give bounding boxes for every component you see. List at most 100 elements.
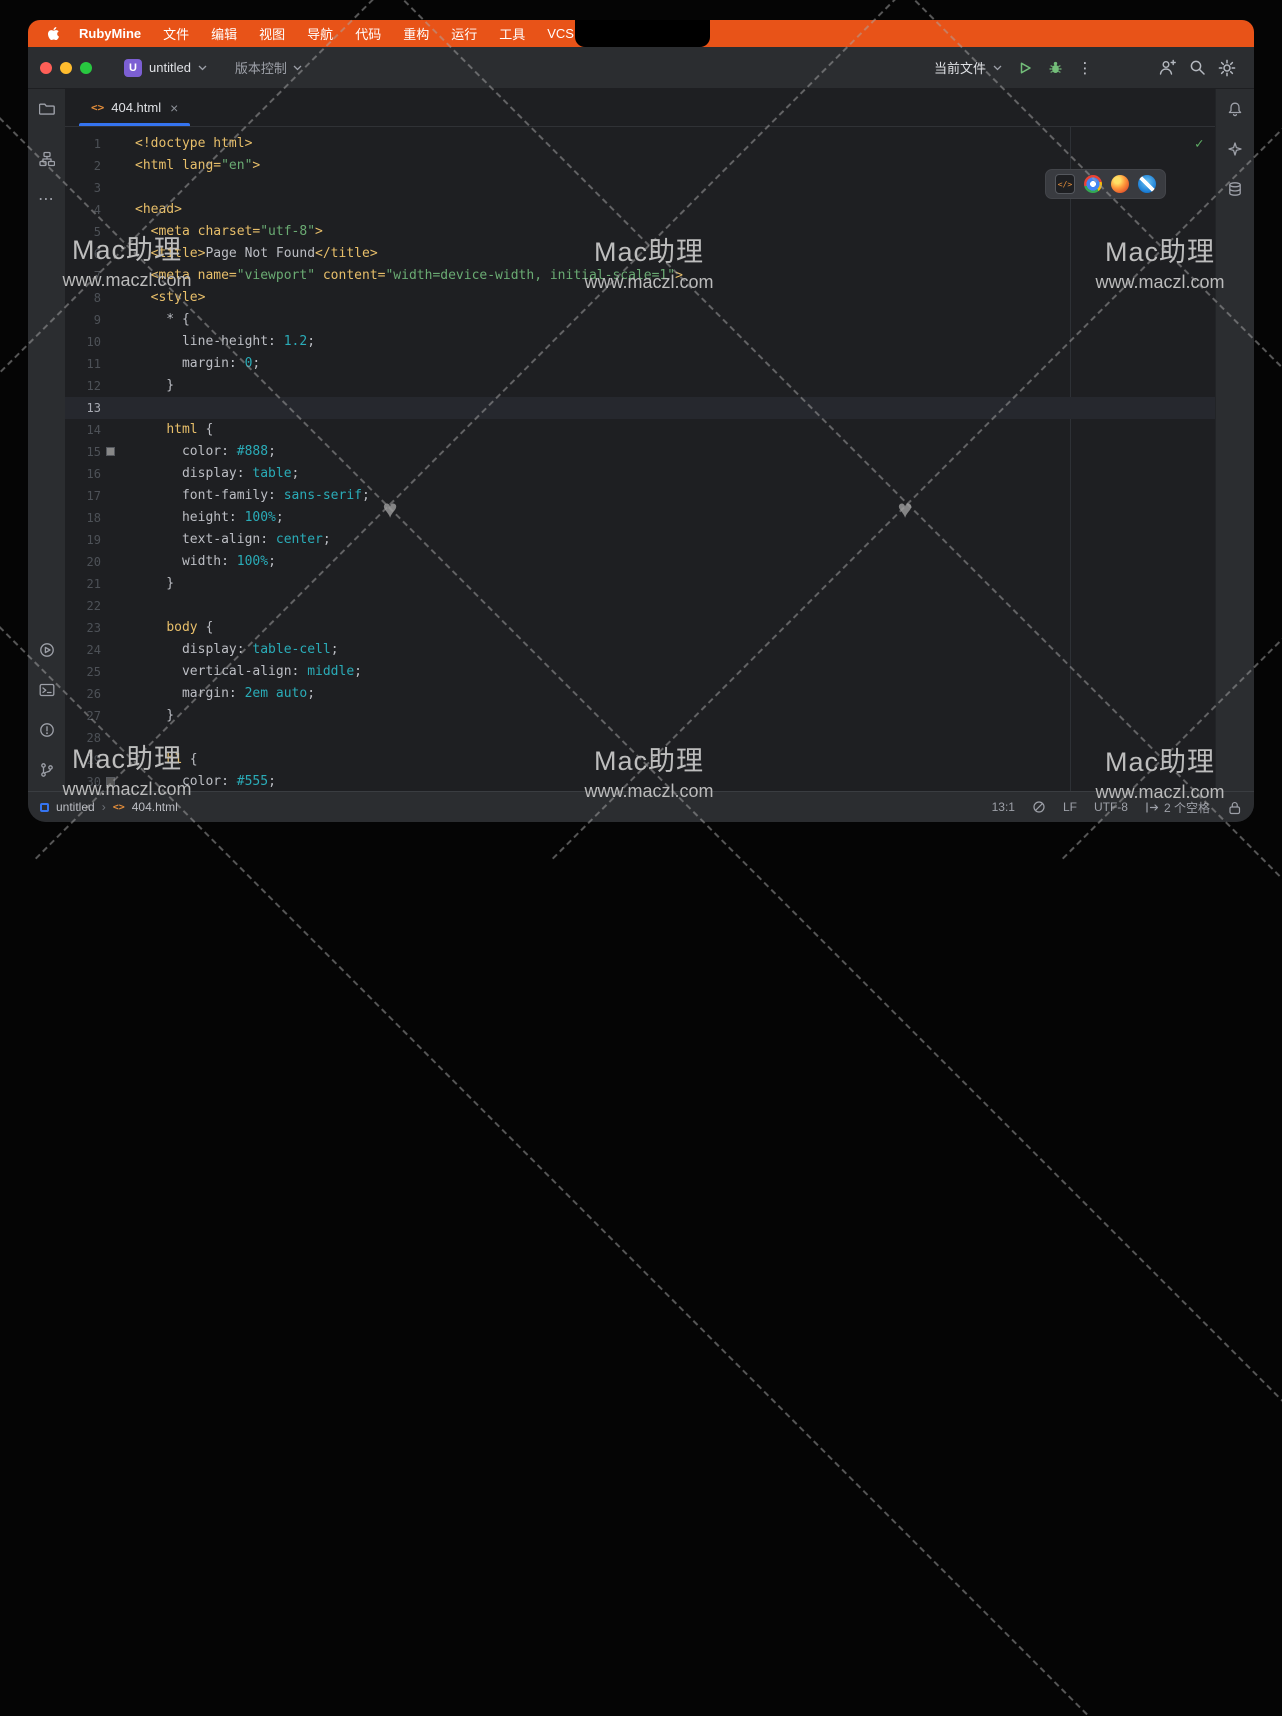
code-line-3[interactable]: 3 — [65, 177, 1215, 199]
code-line-19[interactable]: 19 text-align: center; — [65, 529, 1215, 551]
line-number[interactable]: 14 — [65, 419, 135, 441]
code-line-1[interactable]: 1<!doctype html> — [65, 133, 1215, 155]
notifications-button[interactable] — [1223, 97, 1247, 121]
menu-item-8[interactable]: 工具 — [488, 24, 536, 43]
tab-close-icon[interactable]: × — [170, 100, 178, 116]
run-tool-window-button[interactable] — [35, 638, 59, 662]
code-line-30[interactable]: 30 color: #555; — [65, 771, 1215, 791]
menu-item-3[interactable]: 视图 — [248, 24, 296, 43]
code-line-21[interactable]: 21 } — [65, 573, 1215, 595]
line-number[interactable]: 4 — [65, 199, 135, 221]
line-number[interactable]: 7 — [65, 265, 135, 287]
code-line-10[interactable]: 10 line-height: 1.2; — [65, 331, 1215, 353]
line-number[interactable]: 28 — [65, 727, 135, 749]
line-number[interactable]: 15 — [65, 441, 135, 463]
code-line-14[interactable]: 14 html { — [65, 419, 1215, 441]
project-tool-window-button[interactable] — [35, 97, 59, 121]
code-line-26[interactable]: 26 margin: 2em auto; — [65, 683, 1215, 705]
line-number[interactable]: 8 — [65, 287, 135, 309]
run-configuration-widget[interactable]: 当前文件 — [926, 54, 1010, 81]
code-line-16[interactable]: 16 display: table; — [65, 463, 1215, 485]
line-number[interactable]: 26 — [65, 683, 135, 705]
menu-item-rubymine[interactable]: RubyMine — [68, 26, 152, 41]
line-separator-widget[interactable]: LF — [1063, 800, 1077, 814]
menu-item-7[interactable]: 运行 — [440, 24, 488, 43]
code-line-17[interactable]: 17 font-family: sans-serif; — [65, 485, 1215, 507]
line-number[interactable]: 24 — [65, 639, 135, 661]
search-everywhere-button[interactable] — [1182, 55, 1212, 81]
safari-icon[interactable] — [1138, 175, 1156, 193]
ai-assistant-button[interactable] — [1223, 137, 1247, 161]
code-line-13[interactable]: 13 — [65, 397, 1215, 419]
code-line-8[interactable]: 8 <style> — [65, 287, 1215, 309]
line-number[interactable]: 20 — [65, 551, 135, 573]
code-line-15[interactable]: 15 color: #888; — [65, 441, 1215, 463]
problems-tool-window-button[interactable] — [35, 718, 59, 742]
terminal-tool-window-button[interactable] — [35, 678, 59, 702]
code-line-24[interactable]: 24 display: table-cell; — [65, 639, 1215, 661]
window-close-button[interactable] — [40, 62, 52, 74]
code-line-2[interactable]: 2<html lang="en"> — [65, 155, 1215, 177]
menu-item-4[interactable]: 导航 — [296, 24, 344, 43]
settings-button[interactable] — [1212, 55, 1242, 81]
highlighting-level-widget[interactable] — [1032, 800, 1046, 814]
code-line-20[interactable]: 20 width: 100%; — [65, 551, 1215, 573]
line-number[interactable]: 29 — [65, 749, 135, 771]
breadcrumb-file[interactable]: 404.html — [132, 800, 178, 814]
line-number[interactable]: 17 — [65, 485, 135, 507]
debug-button[interactable] — [1040, 55, 1070, 81]
line-number[interactable]: 18 — [65, 507, 135, 529]
caret-position-widget[interactable]: 13:1 — [992, 800, 1015, 814]
database-tool-window-button[interactable] — [1223, 177, 1247, 201]
line-number[interactable]: 25 — [65, 661, 135, 683]
line-number[interactable]: 6 — [65, 243, 135, 265]
builtin-preview-icon[interactable]: </> — [1055, 174, 1075, 194]
code-line-7[interactable]: 7 <meta name="viewport" content="width=d… — [65, 265, 1215, 287]
gutter-color-swatch[interactable] — [106, 447, 115, 456]
code-line-23[interactable]: 23 body { — [65, 617, 1215, 639]
code-line-25[interactable]: 25 vertical-align: middle; — [65, 661, 1215, 683]
line-number[interactable]: 1 — [65, 133, 135, 155]
line-number[interactable]: 5 — [65, 221, 135, 243]
tab-404-html[interactable]: <> 404.html × — [79, 89, 190, 126]
code-line-18[interactable]: 18 height: 100%; — [65, 507, 1215, 529]
window-zoom-button[interactable] — [80, 62, 92, 74]
line-number[interactable]: 23 — [65, 617, 135, 639]
menu-item-6[interactable]: 重构 — [392, 24, 440, 43]
line-number[interactable]: 9 — [65, 309, 135, 331]
menu-item-2[interactable]: 编辑 — [200, 24, 248, 43]
code-with-me-button[interactable] — [1152, 55, 1182, 81]
git-tool-window-button[interactable] — [35, 758, 59, 782]
firefox-icon[interactable] — [1111, 175, 1129, 193]
more-tool-windows-button[interactable]: ⋯ — [35, 187, 59, 211]
line-number[interactable]: 19 — [65, 529, 135, 551]
menu-item-5[interactable]: 代码 — [344, 24, 392, 43]
structure-tool-window-button[interactable] — [35, 147, 59, 171]
indent-widget[interactable]: 2 个空格 — [1145, 799, 1210, 816]
code-line-4[interactable]: 4<head> — [65, 199, 1215, 221]
code-editor[interactable]: 1<!doctype html>2<html lang="en">34<head… — [65, 127, 1215, 791]
code-line-22[interactable]: 22 — [65, 595, 1215, 617]
line-number[interactable]: 22 — [65, 595, 135, 617]
line-number[interactable]: 2 — [65, 155, 135, 177]
project-widget[interactable]: U untitled — [118, 55, 213, 81]
line-number[interactable]: 10 — [65, 331, 135, 353]
code-line-28[interactable]: 28 — [65, 727, 1215, 749]
line-number[interactable]: 3 — [65, 177, 135, 199]
line-number[interactable]: 16 — [65, 463, 135, 485]
gutter-color-swatch[interactable] — [106, 777, 115, 786]
line-number[interactable]: 11 — [65, 353, 135, 375]
code-line-9[interactable]: 9 * { — [65, 309, 1215, 331]
line-number[interactable]: 21 — [65, 573, 135, 595]
chrome-icon[interactable] — [1084, 175, 1102, 193]
code-line-6[interactable]: 6 <title>Page Not Found</title> — [65, 243, 1215, 265]
code-line-27[interactable]: 27 } — [65, 705, 1215, 727]
code-line-11[interactable]: 11 margin: 0; — [65, 353, 1215, 375]
code-line-5[interactable]: 5 <meta charset="utf-8"> — [65, 221, 1215, 243]
vcs-widget[interactable]: 版本控制 — [229, 54, 308, 81]
breadcrumb-project[interactable]: untitled — [56, 800, 95, 814]
encoding-widget[interactable]: UTF-8 — [1094, 800, 1128, 814]
line-number[interactable]: 27 — [65, 705, 135, 727]
apple-menu[interactable] — [42, 26, 64, 41]
inspection-status-widget[interactable]: ✓ — [1195, 136, 1203, 152]
